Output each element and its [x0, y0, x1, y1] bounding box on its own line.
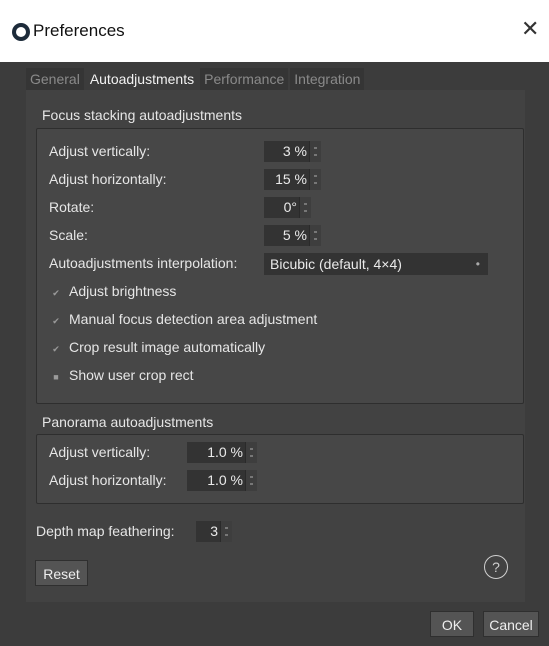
interpolation-label: Autoadjustments interpolation:: [49, 255, 238, 271]
checkbox-unchecked-icon[interactable]: ■: [49, 372, 63, 382]
interpolation-dropdown[interactable]: Bicubic (default, 4×4) •: [264, 253, 488, 275]
spin-arrows-icon[interactable]: [309, 225, 321, 246]
title-bar: Preferences ✕: [0, 0, 549, 62]
checkbox-checked-icon[interactable]: ✔: [49, 344, 63, 355]
checkbox-checked-icon[interactable]: ✔: [49, 288, 63, 299]
help-icon[interactable]: ?: [484, 555, 508, 579]
show-crop-rect-label: Show user crop rect: [69, 367, 194, 383]
reset-button[interactable]: Reset: [35, 560, 88, 586]
panorama-group: Adjust vertically: 1.0 % Adjust horizont…: [36, 434, 524, 504]
tab-integration[interactable]: Integration: [290, 68, 365, 90]
adjust-vertically-value: 3 %: [282, 143, 307, 159]
ok-button[interactable]: OK: [430, 611, 474, 637]
crop-result-checkbox[interactable]: ✔ Crop result image automatically: [49, 339, 265, 355]
rotate-value: 0°: [283, 199, 297, 215]
adjust-horizontally-spinbox[interactable]: 15 %: [264, 169, 321, 190]
dropdown-arrow-icon: •: [475, 257, 480, 271]
pano-adjust-vertically-label: Adjust vertically:: [49, 444, 151, 460]
autoadjustments-panel: Focus stacking autoadjustments Adjust ve…: [26, 90, 525, 602]
tab-autoadjustments[interactable]: Autoadjustments: [85, 68, 199, 90]
focus-stacking-group: Adjust vertically: 3 % Adjust horizontal…: [36, 128, 524, 404]
close-icon[interactable]: ✕: [521, 18, 539, 40]
interpolation-value: Bicubic (default, 4×4): [270, 256, 402, 272]
pano-adjust-horizontally-value: 1.0 %: [207, 472, 243, 488]
scale-value: 5 %: [282, 227, 307, 243]
adjust-horizontally-value: 15 %: [275, 171, 307, 187]
adjust-brightness-checkbox[interactable]: ✔ Adjust brightness: [49, 283, 176, 299]
spin-arrows-icon[interactable]: [299, 197, 311, 218]
panorama-group-title: Panorama autoadjustments: [42, 414, 214, 430]
pano-adjust-vertically-spinbox[interactable]: 1.0 %: [187, 442, 257, 463]
tab-bar: General Autoadjustments Performance Inte…: [26, 68, 366, 90]
adjust-brightness-label: Adjust brightness: [69, 283, 177, 299]
rotate-spinbox[interactable]: 0°: [264, 197, 311, 218]
tab-general[interactable]: General: [26, 68, 84, 90]
spin-arrows-icon[interactable]: [220, 521, 232, 542]
manual-focus-area-checkbox[interactable]: ✔ Manual focus detection area adjustment: [49, 311, 317, 327]
window-title: Preferences: [33, 21, 125, 40]
spin-arrows-icon[interactable]: [309, 169, 321, 190]
pano-adjust-horizontally-label: Adjust horizontally:: [49, 472, 167, 488]
spin-arrows-icon[interactable]: [245, 442, 257, 463]
depth-map-feathering-value: 3: [210, 523, 218, 539]
crop-result-label: Crop result image automatically: [69, 339, 266, 355]
scale-spinbox[interactable]: 5 %: [264, 225, 321, 246]
adjust-horizontally-label: Adjust horizontally:: [49, 171, 167, 187]
depth-map-feathering-spinbox[interactable]: 3: [196, 521, 232, 542]
spin-arrows-icon[interactable]: [245, 470, 257, 491]
show-crop-rect-checkbox[interactable]: ■ Show user crop rect: [49, 367, 194, 383]
rotate-label: Rotate:: [49, 199, 95, 215]
cancel-button[interactable]: Cancel: [483, 611, 539, 637]
checkbox-checked-icon[interactable]: ✔: [49, 316, 63, 327]
adjust-vertically-spinbox[interactable]: 3 %: [264, 141, 321, 162]
app-logo-icon: [12, 23, 30, 41]
focus-group-title: Focus stacking autoadjustments: [42, 107, 242, 123]
manual-focus-area-label: Manual focus detection area adjustment: [69, 311, 318, 327]
depth-map-feathering-label: Depth map feathering:: [36, 523, 175, 539]
scale-label: Scale:: [49, 227, 88, 243]
pano-adjust-vertically-value: 1.0 %: [207, 444, 243, 460]
tab-performance[interactable]: Performance: [200, 68, 289, 90]
pano-adjust-horizontally-spinbox[interactable]: 1.0 %: [187, 470, 257, 491]
adjust-vertically-label: Adjust vertically:: [49, 143, 151, 159]
spin-arrows-icon[interactable]: [309, 141, 321, 162]
